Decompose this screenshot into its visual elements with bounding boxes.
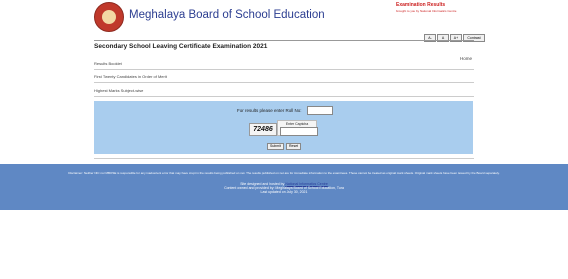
captcha-input[interactable] xyxy=(280,127,318,136)
captcha-image: 72486 xyxy=(249,123,277,136)
emblem-center xyxy=(102,10,116,24)
captcha-entry-box: Enter Captcha xyxy=(277,120,318,136)
site-header: Meghalaya Board of School Education Exam… xyxy=(0,0,568,34)
page-title: Secondary School Leaving Certificate Exa… xyxy=(94,43,268,50)
footer-credits: Site designed and hosted by National Inf… xyxy=(0,182,568,194)
bottom-divider xyxy=(94,158,474,159)
menu-item-highest-marks[interactable]: Highest Marks Subject-wise xyxy=(94,88,143,93)
brought-by-label: brought to you by National Informatics C… xyxy=(396,9,457,13)
mbose-emblem-icon xyxy=(94,2,124,32)
result-search-form: For results please enter Roll No: 72486 … xyxy=(94,101,473,154)
menu-divider xyxy=(94,82,474,83)
site-title: Meghalaya Board of School Education xyxy=(129,9,325,21)
exam-results-label: Examination Results xyxy=(396,2,446,8)
home-link[interactable]: Home xyxy=(460,56,472,61)
menu-item-results-booklet[interactable]: Results Booklet xyxy=(94,61,122,66)
menu-item-merit-list[interactable]: First Twenty Candidates in Order of Meri… xyxy=(94,74,167,79)
site-footer: Disclaimer: Neither NIC nor MBOSE is res… xyxy=(0,164,568,210)
disclaimer-text: Disclaimer: Neither NIC nor MBOSE is res… xyxy=(68,171,500,175)
menu-divider xyxy=(94,96,474,97)
reset-button[interactable]: Reset xyxy=(286,143,302,150)
last-updated-line: Last updated on July 30, 2021 xyxy=(260,190,308,194)
menu-divider xyxy=(94,69,474,70)
roll-number-input[interactable] xyxy=(307,106,333,115)
roll-number-label: For results please enter Roll No: xyxy=(237,108,302,113)
top-divider xyxy=(94,40,474,41)
captcha-label: Enter Captcha xyxy=(285,122,309,126)
submit-button[interactable]: Submit xyxy=(267,143,284,150)
